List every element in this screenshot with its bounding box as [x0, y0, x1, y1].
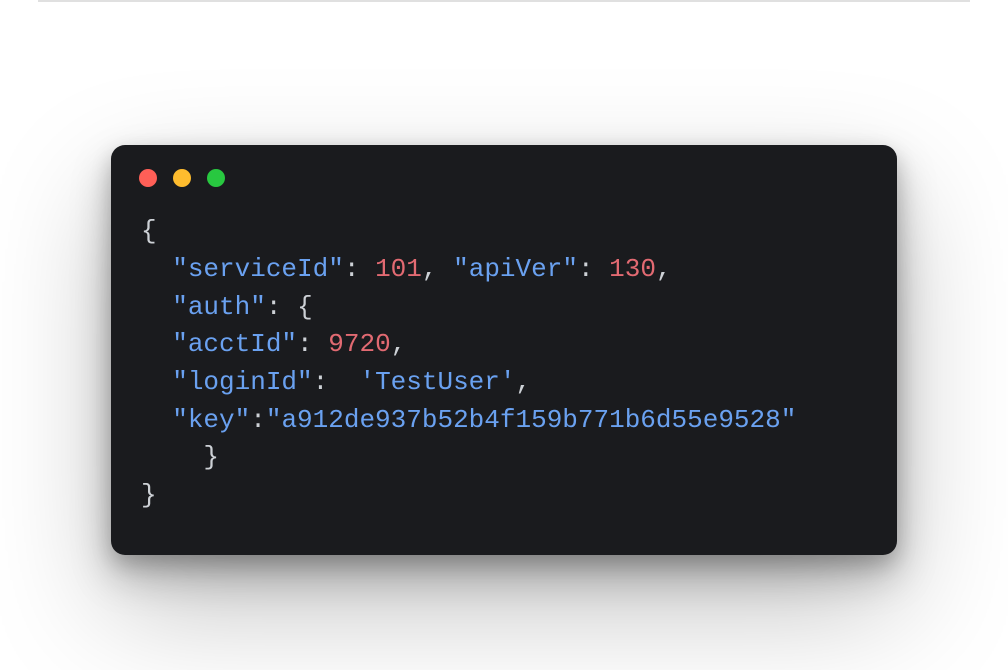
indent: [141, 292, 172, 322]
window-zoom-dot[interactable]: [207, 169, 225, 187]
comma: ,: [516, 367, 532, 397]
json-key: "key": [172, 405, 250, 435]
brace-close: }: [203, 442, 219, 472]
brace-open: {: [297, 292, 313, 322]
json-key: "serviceId": [172, 254, 344, 284]
window-titlebar: [111, 145, 897, 193]
code-block: { "serviceId": 101, "apiVer": 130, "auth…: [111, 193, 897, 555]
top-divider: [38, 0, 970, 2]
json-key: "loginId": [172, 367, 312, 397]
window-minimize-dot[interactable]: [173, 169, 191, 187]
json-key: "auth": [172, 292, 266, 322]
colon: :: [297, 329, 328, 359]
json-string: 'TestUser': [359, 367, 515, 397]
colon: :: [250, 405, 266, 435]
indent: [141, 367, 172, 397]
json-key: "acctId": [172, 329, 297, 359]
comma: ,: [391, 329, 407, 359]
indent: [141, 329, 172, 359]
brace-open: {: [141, 216, 157, 246]
json-key: "apiVer": [453, 254, 578, 284]
json-number: 130: [609, 254, 656, 284]
colon: :: [266, 292, 297, 322]
comma: ,: [656, 254, 672, 284]
json-number: 101: [375, 254, 422, 284]
indent: [141, 442, 203, 472]
code-window: { "serviceId": 101, "apiVer": 130, "auth…: [111, 145, 897, 555]
indent: [141, 405, 172, 435]
json-string: "a912de937b52b4f159b771b6d55e9528": [266, 405, 797, 435]
colon: :: [344, 254, 375, 284]
json-number: 9720: [328, 329, 390, 359]
brace-close: }: [141, 480, 157, 510]
indent: [141, 254, 172, 284]
colon: :: [578, 254, 609, 284]
window-close-dot[interactable]: [139, 169, 157, 187]
colon: :: [313, 367, 360, 397]
comma: ,: [422, 254, 453, 284]
